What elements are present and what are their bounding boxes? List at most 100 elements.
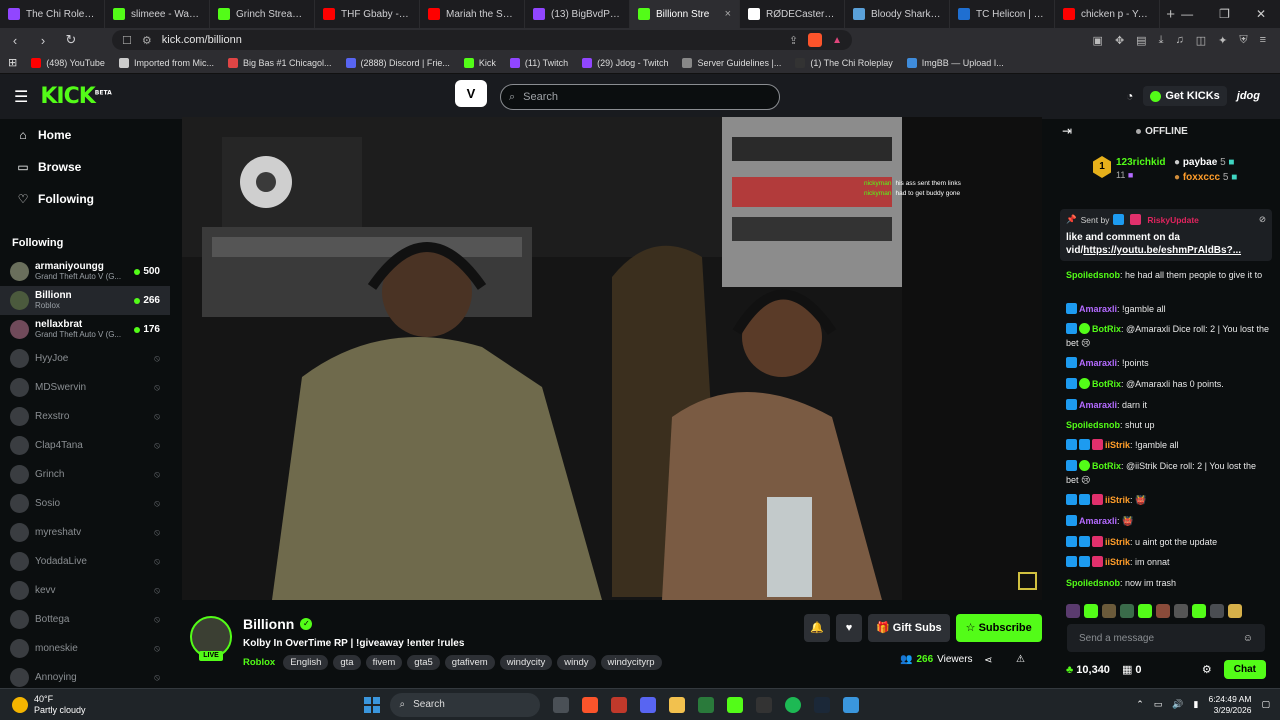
chat-message[interactable]: Spoiledsnob: now im trash: [1066, 576, 1270, 590]
report-icon[interactable]: ⚠: [1016, 654, 1025, 665]
collapse-chat-icon[interactable]: ⇥: [1062, 124, 1072, 138]
chat-username[interactable]: BotRix: [1092, 379, 1121, 389]
bookmark-item[interactable]: (11) Twitch: [509, 57, 568, 68]
puzzle-icon[interactable]: ✥: [1115, 34, 1124, 47]
emote-icon[interactable]: [1066, 604, 1080, 618]
followed-channel-live[interactable]: armaniyoungg Grand Theft Auto V (G... 500: [0, 257, 170, 286]
hamburger-menu-icon[interactable]: ☰: [14, 87, 28, 107]
bookmark-item[interactable]: Server Guidelines |...: [682, 57, 781, 68]
sidebar-nav-browse[interactable]: ▭ Browse: [0, 151, 170, 183]
clock[interactable]: 6:24:49 AM 3/29/2026: [1208, 694, 1251, 716]
get-kicks-button[interactable]: Get KICKs: [1143, 86, 1227, 106]
bookmark-item[interactable]: Imported from Mic...: [118, 57, 214, 68]
emote-picker-icon[interactable]: ☺: [1243, 633, 1253, 644]
spotify-icon[interactable]: [784, 696, 801, 713]
discord-icon[interactable]: [639, 696, 656, 713]
chat-message[interactable]: BotRix: @Amaraxli has 0 points.: [1066, 377, 1270, 391]
excel-icon[interactable]: [697, 696, 714, 713]
chat-message[interactable]: Spoiledsnob: he had all them people to g…: [1066, 268, 1270, 282]
tray-overflow-icon[interactable]: ⌃: [1136, 699, 1144, 710]
emote-icon[interactable]: [1084, 604, 1098, 618]
chat-message[interactable]: iiStrik: 👹: [1066, 493, 1270, 507]
battery-icon[interactable]: ▮: [1194, 699, 1199, 710]
share-icon[interactable]: ⇪: [789, 34, 798, 47]
followed-channel-offline[interactable]: YodadaLive ⦸: [0, 547, 170, 576]
followed-channel-offline[interactable]: Grinch ⦸: [0, 460, 170, 489]
followed-channel-offline[interactable]: Sosio ⦸: [0, 489, 170, 518]
chat-username[interactable]: BotRix: [1092, 324, 1121, 334]
extension-icon[interactable]: ▣: [1093, 34, 1103, 47]
stream-category[interactable]: Roblox: [243, 657, 275, 668]
task-view-icon[interactable]: [552, 696, 569, 713]
network-icon[interactable]: ▭: [1154, 699, 1163, 710]
wallet-icon[interactable]: ◫: [1196, 34, 1206, 47]
maximize-icon[interactable]: ❐: [1219, 7, 1230, 21]
stream-tag[interactable]: windycity: [499, 655, 553, 670]
browser-tab[interactable]: (13) BigBvdPretty: [525, 0, 630, 28]
chat-message[interactable]: iiStrik: u aint got the update: [1066, 535, 1270, 549]
gift-subs-button[interactable]: 🎁 Gift Subs: [868, 614, 950, 642]
browser-tab[interactable]: Billionn Stre ×: [630, 0, 740, 28]
reload-icon[interactable]: ↻: [64, 32, 78, 48]
notify-bell-button[interactable]: 🔔: [804, 614, 830, 642]
weather-widget[interactable]: 40°F Partly cloudy: [12, 694, 86, 716]
brave-shield-icon[interactable]: [808, 33, 823, 47]
chat-message[interactable]: Amaraxli: !points: [1066, 356, 1270, 370]
followed-channel-live[interactable]: Billionn Roblox 266: [0, 286, 170, 315]
followed-channel-offline[interactable]: MDSwervin ⦸: [0, 373, 170, 402]
forward-icon[interactable]: ›: [36, 33, 50, 48]
taskbar-search[interactable]: ⌕ Search: [389, 692, 540, 717]
emote-icon[interactable]: [1174, 604, 1188, 618]
browser-tab[interactable]: slimeee - Watch clip: [105, 0, 210, 28]
stream-tag[interactable]: gtafivem: [444, 655, 495, 670]
followed-channel-offline[interactable]: Bottega ⦸: [0, 605, 170, 634]
browser-tab[interactable]: RØDECaster Pro | Pc: [740, 0, 845, 28]
chat-username[interactable]: Amaraxli: [1079, 358, 1117, 368]
stream-tag[interactable]: windy: [557, 655, 596, 670]
bookmark-item[interactable]: (498) YouTube: [31, 57, 105, 68]
stream-tag[interactable]: fivem: [365, 655, 403, 670]
chat-settings-icon[interactable]: ⚙: [1202, 663, 1212, 676]
browser-tab[interactable]: Grinch Stream - Wa: [210, 0, 315, 28]
browser-tab[interactable]: The Chi Roleplay: [0, 0, 105, 28]
second-gifter-name[interactable]: paybae: [1183, 157, 1217, 168]
pinned-message[interactable]: 📌 Sent by RiskyUpdate ⊘ like and comment…: [1060, 209, 1272, 261]
download-icon[interactable]: ⤓: [1159, 34, 1164, 47]
minimize-icon[interactable]: —: [1181, 7, 1193, 21]
brave-icon[interactable]: [581, 696, 598, 713]
notifications-icon[interactable]: ▢: [1261, 699, 1270, 710]
tab-close-icon[interactable]: ×: [725, 8, 731, 20]
share-stream-icon[interactable]: ⋖: [984, 655, 992, 666]
clips-logo-icon[interactable]: V: [455, 80, 487, 107]
bookmark-icon[interactable]: ☐: [122, 34, 132, 47]
chat-message[interactable]: BotRix: @Amaraxli Dice roll: 2 | You los…: [1066, 322, 1270, 350]
emote-icon[interactable]: [1192, 604, 1206, 618]
emote-icon[interactable]: [1156, 604, 1170, 618]
url-text[interactable]: kick.com/billionn: [162, 34, 242, 46]
bookmark-item[interactable]: ImgBB — Upload I...: [906, 57, 1004, 68]
file-explorer-icon[interactable]: [668, 696, 685, 713]
steam-icon[interactable]: [813, 696, 830, 713]
followed-channel-offline[interactable]: Rexstro ⦸: [0, 402, 170, 431]
bookmark-item[interactable]: (1) The Chi Roleplay: [795, 57, 893, 68]
emote-icon[interactable]: [1102, 604, 1116, 618]
chat-message[interactable]: Amaraxli: !gamble all: [1066, 302, 1270, 316]
chat-input[interactable]: Send a message ☺: [1067, 624, 1265, 652]
third-gifter-name[interactable]: foxxccc: [1183, 172, 1220, 183]
chat-username[interactable]: iiStrik: [1105, 440, 1130, 450]
subscribe-button[interactable]: ☆ Subscribe: [955, 614, 1042, 642]
followed-channel-offline[interactable]: kevv ⦸: [0, 576, 170, 605]
bookmark-item[interactable]: (2888) Discord | Frie...: [345, 57, 450, 68]
browser-tab[interactable]: Mariah the Scientist: [420, 0, 525, 28]
sidebar-nav-following[interactable]: ♡ Following: [0, 183, 170, 215]
site-info-icon[interactable]: ⚙: [142, 34, 152, 47]
streamer-name[interactable]: Billionn: [243, 616, 294, 632]
bookmark-item[interactable]: (29) Jdog - Twitch: [582, 57, 668, 68]
bookmark-item[interactable]: Kick: [463, 57, 496, 68]
chat-message[interactable]: Spoiledsnob: shut up: [1066, 418, 1270, 432]
pinned-sender[interactable]: RiskyUpdate: [1147, 215, 1199, 225]
follow-heart-button[interactable]: ♥: [836, 614, 862, 642]
chat-username[interactable]: Amaraxli: [1079, 400, 1117, 410]
back-icon[interactable]: ‹: [8, 33, 22, 48]
chat-message[interactable]: Amaraxli: 👹: [1066, 514, 1270, 528]
